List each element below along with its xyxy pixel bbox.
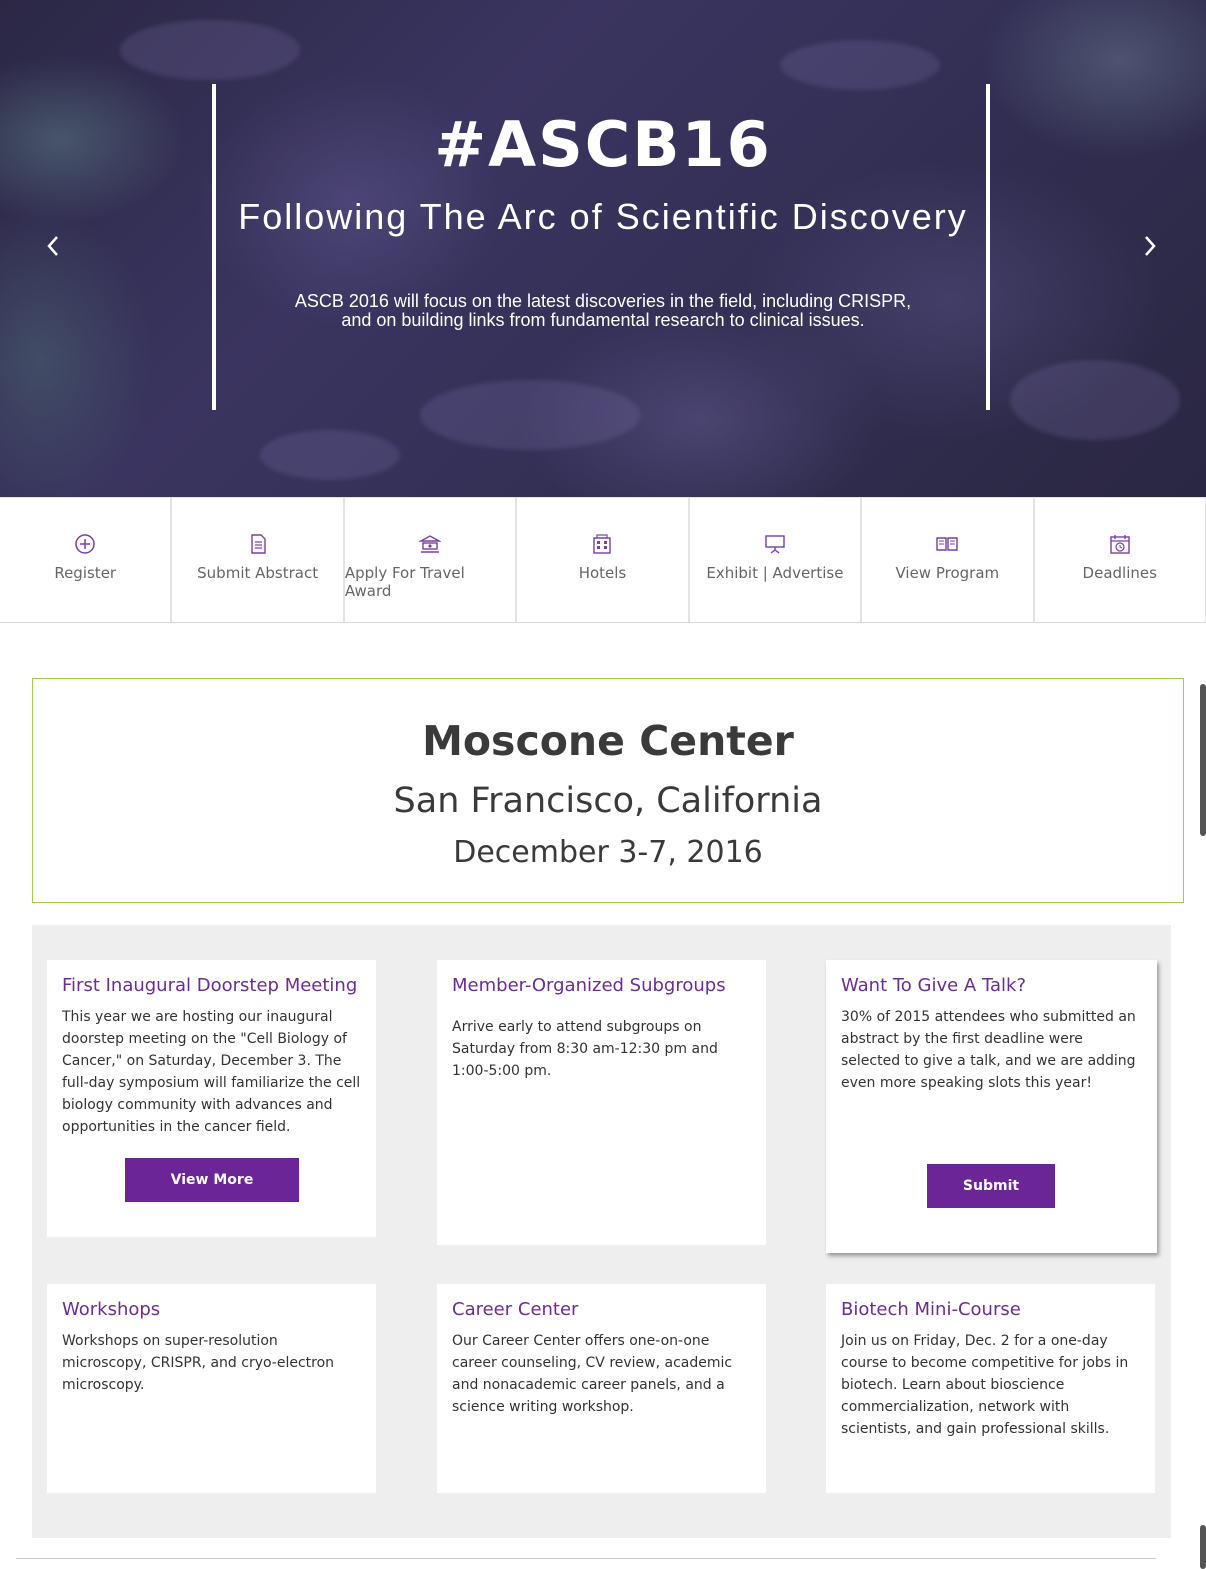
quick-link-view-program[interactable]: View Program xyxy=(862,497,1035,622)
quick-link-deadlines[interactable]: Deadlines xyxy=(1034,497,1206,622)
presentation-icon xyxy=(765,535,785,554)
quick-link-hotels[interactable]: Hotels xyxy=(517,497,690,622)
scrollbar-thumb[interactable] xyxy=(1200,684,1206,836)
venue-name: Moscone Center xyxy=(422,717,794,765)
card-text: Arrive early to attend subgroups on Satu… xyxy=(452,1019,718,1079)
carousel-next-button[interactable] xyxy=(1135,226,1165,266)
quick-link-label: Register xyxy=(54,564,117,582)
card-text: Join us on Friday, Dec. 2 for a one-day … xyxy=(841,1333,1129,1437)
venue-dates: December 3-7, 2016 xyxy=(453,835,763,870)
card-give-a-talk: Want To Give A Talk? 30% of 2015 attende… xyxy=(826,960,1157,1253)
chevron-right-icon xyxy=(1145,236,1156,256)
card-workshops: Workshops Workshops on super-resolution … xyxy=(47,1284,376,1493)
quick-link-label: View Program xyxy=(895,564,1000,582)
document-icon xyxy=(250,534,266,554)
hero-subtitle: Following The Arc of Scientific Discover… xyxy=(238,196,968,237)
submit-abstract-button[interactable]: Submit Abstract xyxy=(927,1164,1055,1238)
card-text: Our Career Center offers one-on-one care… xyxy=(452,1333,733,1415)
hero-background-shape xyxy=(120,20,300,80)
hero-description-line: and on building links from fundamental r… xyxy=(341,310,865,330)
quick-link-submit-abstract[interactable]: Submit Abstract xyxy=(172,497,345,622)
quick-link-register[interactable]: Register xyxy=(0,497,173,622)
card-biotech-mini-course: Biotech Mini-Course Join us on Friday, D… xyxy=(826,1284,1155,1493)
hero-background-shape xyxy=(1010,360,1180,440)
hero-background-shape xyxy=(260,430,400,480)
feature-cards-area: First Inaugural Doorstep Meeting This ye… xyxy=(32,925,1171,1538)
scrollbar-thumb[interactable] xyxy=(1200,1525,1206,1569)
carousel-prev-button[interactable] xyxy=(38,226,68,266)
card-text: This year we are hosting our inaugural d… xyxy=(62,1009,361,1135)
quick-link-exhibit-advertise[interactable]: Exhibit | Advertise xyxy=(689,497,863,622)
hero-background-shape xyxy=(420,380,640,450)
hero-description: ASCB 2016 will focus on the latest disco… xyxy=(250,292,956,330)
bank-icon xyxy=(419,535,442,553)
plus-circle-icon xyxy=(75,534,95,554)
card-title: First Inaugural Doorstep Meeting xyxy=(62,975,358,996)
view-more-information-button[interactable]: View More Information xyxy=(125,1158,299,1232)
card-title: Biotech Mini-Course xyxy=(841,1299,1021,1320)
building-icon xyxy=(593,534,612,554)
chevron-left-icon xyxy=(47,236,58,256)
hero-description-line: ASCB 2016 will focus on the latest disco… xyxy=(294,291,912,311)
quick-link-label: Exhibit | Advertise xyxy=(706,564,844,582)
card-title: Workshops xyxy=(62,1299,161,1320)
card-text: Workshops on super-resolution microscopy… xyxy=(62,1333,335,1393)
venue-info-box: Moscone Center San Francisco, California… xyxy=(32,678,1184,903)
quick-link-label: Apply For Travel Award xyxy=(344,564,465,600)
quick-link-travel-award[interactable]: Apply For Travel Award xyxy=(344,497,518,622)
footer-divider xyxy=(16,1558,1156,1559)
quick-link-label: Deadlines xyxy=(1082,564,1157,582)
quick-link-label: Hotels xyxy=(578,564,627,582)
quick-links-bar: Register Submit Abstract Apply For Trave… xyxy=(0,497,1206,623)
card-career-center: Career Center Our Career Center offers o… xyxy=(437,1284,766,1493)
calendar-clock-icon xyxy=(1110,535,1130,554)
card-subgroups: Member-Organized Subgroups Arrive early … xyxy=(437,960,766,1245)
hero-background-shape xyxy=(780,40,940,90)
card-doorstep-meeting: First Inaugural Doorstep Meeting This ye… xyxy=(47,960,376,1237)
hero-carousel: #ASCB16 Following The Arc of Scientific … xyxy=(0,0,1206,497)
venue-city: San Francisco, California xyxy=(393,781,823,821)
card-title: Member-Organized Subgroups xyxy=(452,975,726,996)
card-title: Career Center xyxy=(452,1299,579,1320)
card-title: Want To Give A Talk? xyxy=(841,975,1026,996)
hero-title: #ASCB16 xyxy=(434,108,772,181)
open-book-icon xyxy=(936,537,959,551)
card-text: 30% of 2015 attendees who submitted an a… xyxy=(841,1009,1136,1091)
quick-link-label: Submit Abstract xyxy=(197,564,319,582)
